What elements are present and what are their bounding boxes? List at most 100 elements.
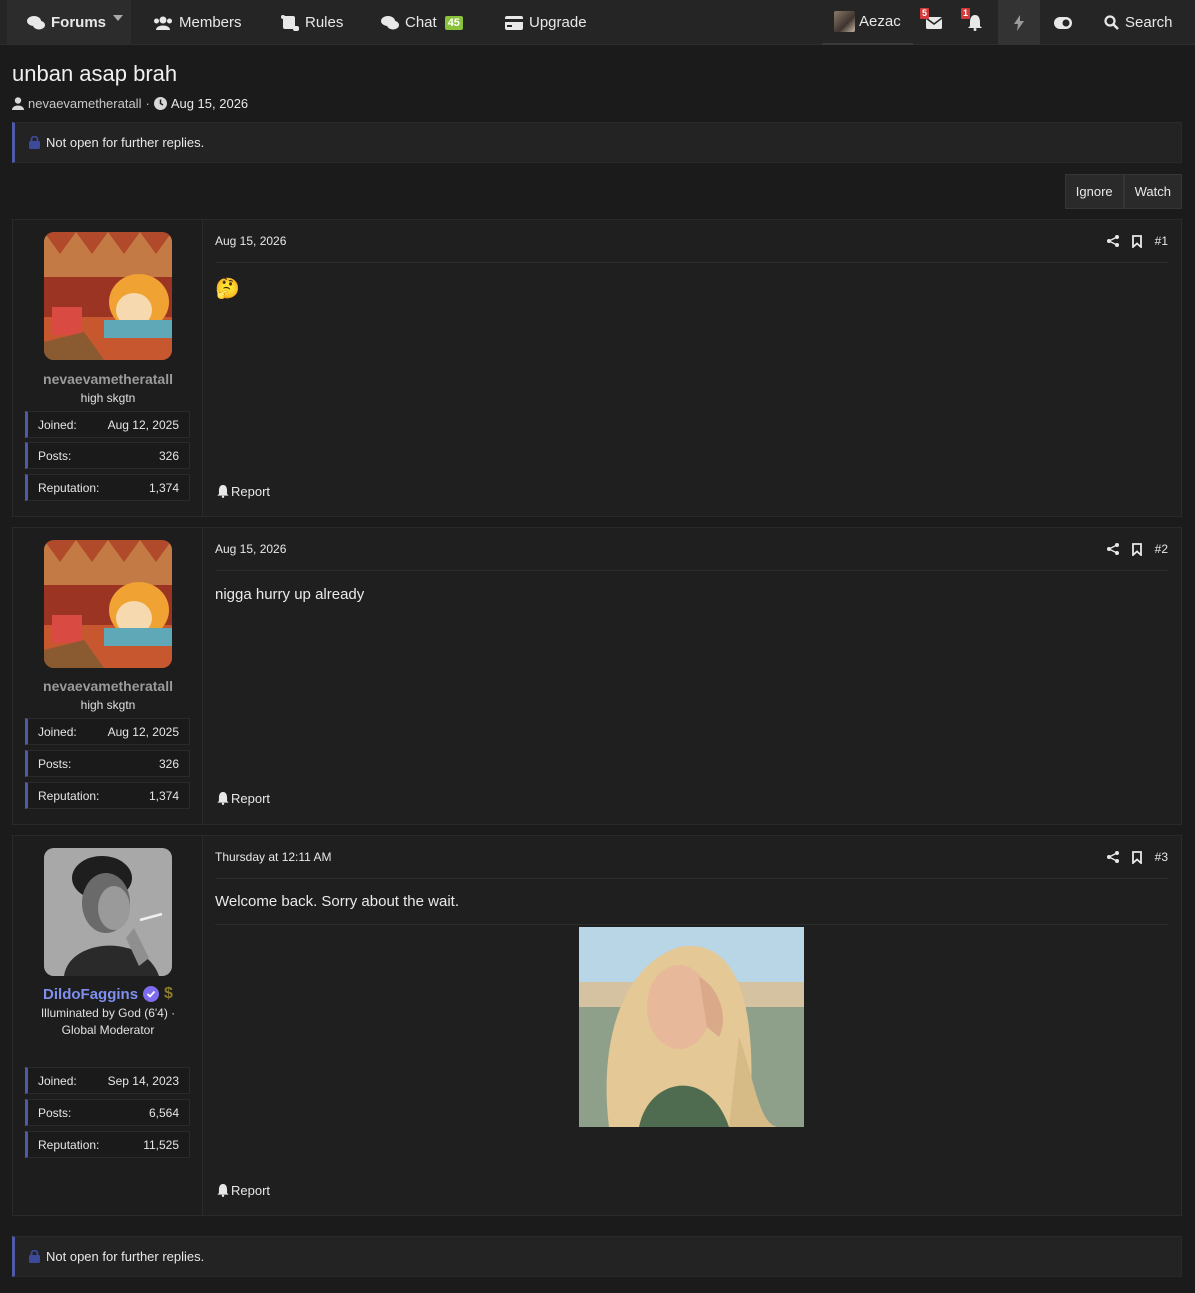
avatar-image — [44, 232, 172, 360]
nav-forums-label: Forums — [51, 14, 107, 31]
search-icon — [1104, 15, 1119, 30]
stat-reputation: Reputation: 1,374 — [25, 474, 190, 501]
post-gif-image[interactable] — [579, 927, 804, 1127]
dollar-icon: $ — [164, 985, 173, 1002]
stat-value: 326 — [158, 448, 179, 463]
report-label: Report — [231, 484, 271, 499]
post-message-cell: Aug 15, 2026 #2 nigga hurry up already R… — [203, 528, 1181, 824]
search-button[interactable]: Search — [1104, 0, 1173, 45]
post-body: nigga hurry up already — [215, 586, 365, 603]
post-emoji: 🤔 — [215, 278, 240, 300]
post-message-cell: Aug 15, 2026 #1 🤔 Report — [203, 220, 1181, 516]
verified-badge-icon — [143, 986, 160, 1002]
share-icon[interactable] — [1106, 543, 1119, 555]
chat-count-badge: 45 — [444, 15, 463, 30]
nav-members[interactable]: Members — [153, 0, 242, 45]
bookmark-icon[interactable] — [1131, 850, 1142, 864]
avatar-image — [44, 848, 172, 976]
stat-joined: Joined: Aug 12, 2025 — [25, 718, 190, 745]
nav-upgrade-label: Upgrade — [529, 14, 587, 31]
user-avatar[interactable] — [44, 540, 172, 668]
stat-label: Reputation: — [38, 788, 100, 803]
search-label: Search — [1125, 14, 1173, 31]
stat-value: Aug 12, 2025 — [107, 724, 179, 739]
report-link[interactable]: Report — [217, 1183, 270, 1198]
nav-rules-label: Rules — [305, 14, 344, 31]
thread-author-link[interactable]: nevaevametheratall — [28, 96, 141, 111]
report-link[interactable]: Report — [217, 791, 270, 806]
theme-toggle[interactable] — [1048, 0, 1078, 45]
inbox-button[interactable]: 5 — [918, 0, 950, 45]
thread-meta: nevaevametheratall · Aug 15, 2026 — [12, 96, 248, 111]
post-message-cell: Thursday at 12:11 AM #3 Welcome back. So… — [203, 836, 1181, 1215]
thread-date-link[interactable]: Aug 15, 2026 — [171, 96, 248, 111]
stat-label: Joined: — [38, 724, 77, 739]
avatar-image — [44, 540, 172, 668]
stat-posts: Posts: 326 — [25, 442, 190, 469]
report-label: Report — [231, 791, 271, 806]
post-user-cell: nevaevametheratall high skgtn Joined: Au… — [13, 528, 203, 824]
user-title-line2: Global Moderator — [61, 1023, 155, 1037]
post-username[interactable]: nevaevametheratall — [13, 678, 203, 694]
clock-icon — [153, 97, 167, 110]
meta-separator: · — [145, 96, 150, 111]
stat-label: Reputation: — [38, 480, 100, 495]
stat-label: Posts: — [38, 448, 72, 463]
post-actions: #2 — [1106, 542, 1168, 556]
chevron-down-icon[interactable] — [113, 15, 123, 21]
post-actions: #1 — [1106, 234, 1168, 248]
share-icon[interactable] — [1106, 235, 1119, 247]
whats-new-button[interactable] — [998, 0, 1040, 45]
stat-value: Sep 14, 2023 — [107, 1073, 179, 1088]
post-user-title: Illuminated by God (6'4) · Global Modera… — [13, 1005, 203, 1039]
user-avatar[interactable] — [44, 232, 172, 360]
stat-label: Joined: — [38, 417, 77, 432]
post-body: Welcome back. Sorry about the wait. — [215, 893, 459, 910]
post-header: Aug 15, 2026 #2 — [215, 528, 1168, 571]
scroll-icon — [281, 14, 299, 31]
credit-card-icon — [505, 15, 523, 30]
post-date-link[interactable]: Aug 15, 2026 — [215, 234, 286, 248]
stat-label: Posts: — [38, 1105, 72, 1120]
post-number-link[interactable]: #3 — [1155, 850, 1168, 864]
post-date-link[interactable]: Aug 15, 2026 — [215, 542, 286, 556]
post-number-link[interactable]: #2 — [1155, 542, 1168, 556]
bell-icon — [217, 485, 229, 498]
stat-posts: Posts: 326 — [25, 750, 190, 777]
stat-joined: Joined: Aug 12, 2025 — [25, 411, 190, 438]
locked-notice-text: Not open for further replies. — [46, 135, 205, 150]
nav-user-account[interactable]: Aezac — [822, 0, 913, 45]
user-icon — [12, 97, 24, 110]
nav-upgrade[interactable]: Upgrade — [505, 0, 587, 45]
nav-username: Aezac — [859, 13, 901, 30]
bookmark-icon[interactable] — [1131, 234, 1142, 248]
post-number-link[interactable]: #1 — [1155, 234, 1168, 248]
stat-value: 6,564 — [148, 1105, 179, 1120]
nav-rules[interactable]: Rules — [281, 0, 343, 45]
divider — [215, 924, 1168, 925]
comments-icon — [27, 15, 45, 29]
toggle-icon — [1054, 16, 1072, 29]
bookmark-icon[interactable] — [1131, 542, 1142, 556]
post-header: Thursday at 12:11 AM #3 — [215, 836, 1168, 879]
gif-image — [579, 927, 804, 1127]
nav-chat-label: Chat — [405, 14, 437, 31]
post-username[interactable]: DildoFaggins — [43, 986, 138, 1003]
post-username[interactable]: nevaevametheratall — [13, 371, 203, 387]
post: nevaevametheratall high skgtn Joined: Au… — [12, 527, 1182, 825]
report-label: Report — [231, 1183, 271, 1198]
stat-label: Posts: — [38, 756, 72, 771]
watch-button[interactable]: Watch — [1123, 174, 1182, 209]
nav-chat[interactable]: Chat 45 — [381, 0, 463, 45]
stat-value: Aug 12, 2025 — [107, 417, 179, 432]
report-link[interactable]: Report — [217, 484, 270, 499]
alerts-button[interactable]: 1 — [960, 0, 990, 45]
share-icon[interactable] — [1106, 851, 1119, 863]
nav-forums[interactable]: Forums — [7, 0, 131, 45]
ignore-button[interactable]: Ignore — [1064, 174, 1124, 209]
user-avatar[interactable] — [44, 848, 172, 976]
thread-title: unban asap brah — [12, 61, 178, 86]
bolt-icon — [1014, 14, 1024, 31]
post-date-link[interactable]: Thursday at 12:11 AM — [215, 850, 332, 864]
post-user-cell: DildoFaggins $ Illuminated by God (6'4) … — [13, 836, 203, 1215]
